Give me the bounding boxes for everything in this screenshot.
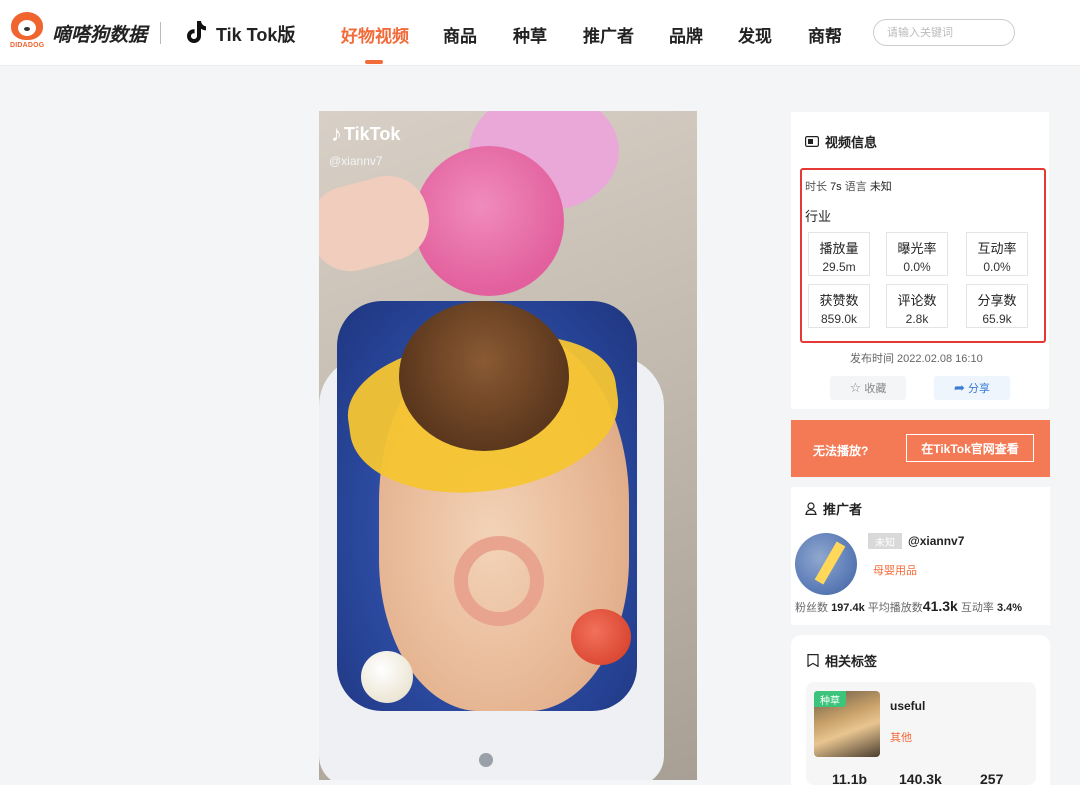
tag-name[interactable]: useful [890,699,925,713]
language-label: 语言 [844,181,867,193]
dog-face-icon [11,12,43,40]
nav-seeding[interactable]: 种草 [513,22,547,47]
watermark-text: TikTok [344,123,401,144]
header-divider [160,22,161,44]
stat-label: 分享数 [977,293,1017,308]
stat-plays: 播放量 29.5m [808,232,870,276]
didadog-logo[interactable]: DIDADOG [8,12,48,52]
bookmark-icon [807,654,819,667]
stat-value: 2.8k [905,312,929,326]
promoter-handle[interactable]: @xiannv7 [908,534,964,548]
nav-products[interactable]: 商品 [443,22,477,47]
tag-category: 其他 [890,732,912,744]
related-tags-title-text: 相关标签 [825,654,878,669]
avg-plays-label: 平均播放数 [867,602,923,614]
video-scoop [414,146,564,296]
search-input[interactable] [873,19,1015,46]
stat-value: 29.5m [822,260,856,274]
cannot-play-text: 无法播放? [813,444,869,458]
collect-label: 收藏 [864,383,887,395]
duration-language-row: 时长 7s 语言 未知 [805,178,892,194]
followers-value: 197.4k [831,602,865,614]
related-tags-title: 相关标签 [807,651,877,670]
stat-value: 0.0% [983,260,1011,274]
stat-label: 获赞数 [819,293,859,308]
top-header: DIDADOG 嘀嗒狗数据 Tik Tok版 好物视频 商品 种草 推广者 品牌… [0,0,1080,66]
stat-value: 0.0% [903,260,931,274]
collect-button[interactable]: ☆ 收藏 [830,376,906,400]
engagement-value: 3.4% [996,602,1023,614]
video-hair [399,301,569,451]
stat-comments: 评论数 2.8k [886,284,948,328]
industry-label: 行业 [805,209,832,224]
tag-stat: 257 [980,771,1004,785]
video-icon [805,136,819,147]
stat-label: 互动率 [977,241,1017,256]
tag-stat: 11.1b [832,771,868,785]
tiktok-watermark: ♪ TikTok [331,123,400,145]
person-icon [805,502,817,515]
tiktok-note-icon: ♪ [331,121,342,146]
video-toy-wheel [454,536,544,626]
share-button[interactable]: ➦ 分享 [934,376,1010,400]
nav-promoters[interactable]: 推广者 [583,22,634,47]
video-toy-ball [361,651,413,703]
duration-value: 7s [830,181,842,193]
stat-label: 评论数 [897,293,937,308]
stat-label: 播放量 [819,241,859,256]
stat-exposure: 曝光率 0.0% [886,232,948,276]
star-icon: ☆ [849,380,862,395]
promoter-tag: 未知 [868,533,902,549]
promoter-title: 推广者 [805,499,862,518]
nav-brands[interactable]: 品牌 [669,22,703,47]
promoter-category: 母婴用品 [873,565,917,577]
nav-merchant-help[interactable]: 商帮 [808,22,842,47]
video-info-title-text: 视频信息 [825,135,878,150]
video-drain [479,753,493,767]
share-icon: ➦ [954,380,965,395]
promoter-avatar[interactable] [795,533,857,595]
tag-badge: 种草 [814,691,846,707]
stat-interaction: 互动率 0.0% [966,232,1028,276]
followers-label: 粉丝数 [795,602,828,614]
nav-discover[interactable]: 发现 [738,22,772,47]
duration-label: 时长 [805,181,827,193]
stat-likes: 获赞数 859.0k [808,284,870,328]
language-value: 未知 [869,181,892,193]
promoter-stats: 粉丝数 197.4k 平均播放数41.3k 互动率 3.4% [795,598,1022,615]
nav-good-videos[interactable]: 好物视频 [341,22,409,47]
video-player[interactable]: ♪ TikTok @xiannv7 [319,111,697,780]
video-toy-crab [571,609,631,665]
brand-name[interactable]: 嘀嗒狗数据 [52,20,147,47]
view-on-tiktok-button[interactable]: 在TikTok官网查看 [906,434,1034,462]
tiktok-icon [187,21,206,43]
edition-label[interactable]: Tik Tok版 [216,21,295,47]
avg-plays-value: 41.3k [922,598,958,614]
stat-shares: 分享数 65.9k [966,284,1028,328]
logo-subtext: DIDADOG [10,42,45,49]
active-tab-indicator [365,60,383,64]
engagement-label: 互动率 [960,602,994,614]
publish-time: 发布时间 2022.02.08 16:10 [850,353,983,365]
tag-stat: 140.3k [899,771,942,785]
share-label: 分享 [967,383,990,395]
stat-value: 65.9k [982,312,1012,326]
stat-value: 859.0k [820,312,858,326]
video-handle: @xiannv7 [329,154,383,168]
promoter-title-text: 推广者 [823,502,863,517]
stat-label: 曝光率 [897,241,937,256]
video-info-title: 视频信息 [805,132,877,151]
